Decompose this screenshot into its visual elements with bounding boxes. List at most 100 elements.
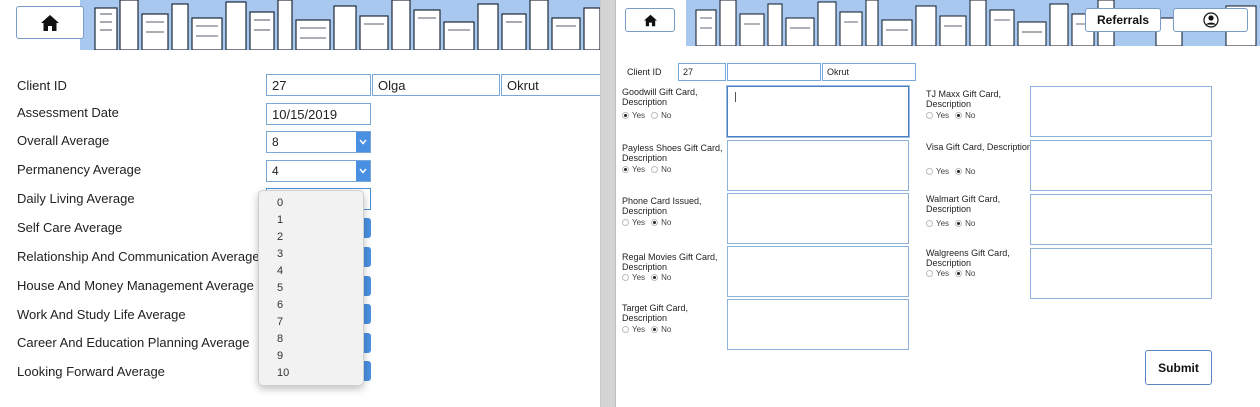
gift-card-label: Goodwill Gift Card, Description [622, 87, 698, 107]
yes-no-radio-group[interactable]: Yes No [622, 273, 677, 282]
dropdown-option[interactable]: 0 [277, 197, 283, 209]
gift-card-label: Phone Card Issued, Description [622, 196, 702, 216]
radio-no[interactable] [955, 112, 963, 119]
radio-no[interactable] [651, 166, 659, 173]
radio-no-label: No [661, 325, 672, 334]
payless-description-textarea[interactable] [727, 140, 909, 191]
radio-yes[interactable] [622, 326, 629, 333]
home-button[interactable] [625, 8, 675, 32]
radio-yes-label: Yes [632, 165, 646, 174]
skyline-illustration [80, 0, 600, 50]
dropdown-option[interactable]: 10 [277, 367, 289, 379]
text-cursor [735, 92, 736, 102]
gift-card-panel: Referrals Client ID 27 Okrut Goodwill Gi… [616, 0, 1260, 407]
skyline-banner [0, 0, 600, 50]
skyline-banner [616, 0, 1260, 46]
radio-yes[interactable] [622, 166, 629, 173]
submit-button[interactable]: Submit [1145, 350, 1212, 385]
window-divider [600, 0, 616, 407]
radio-yes-label: Yes [632, 111, 646, 120]
client-id-input[interactable]: 27 [266, 74, 371, 96]
client-id-label: Client ID [627, 67, 662, 77]
referrals-button[interactable]: Referrals [1085, 8, 1161, 32]
last-name-input[interactable]: Okrut [501, 74, 600, 96]
assessment-date-input[interactable]: 10/15/2019 [266, 103, 371, 125]
daily-living-average-label: Daily Living Average [17, 191, 135, 206]
profile-button[interactable] [1173, 8, 1248, 32]
radio-yes-label: Yes [936, 269, 950, 278]
gift-card-label: Visa Gift Card, Description [926, 142, 1032, 152]
radio-yes-label: Yes [632, 273, 646, 282]
tjmaxx-description-textarea[interactable] [1030, 86, 1212, 137]
radio-yes-label: Yes [936, 219, 950, 228]
dropdown-option[interactable]: 2 [277, 231, 283, 243]
yes-no-radio-group[interactable]: Yes No [622, 165, 677, 174]
radio-no[interactable] [651, 112, 659, 119]
radio-no-label: No [661, 218, 672, 227]
gift-card-label: Walmart Gift Card, Description [926, 194, 1001, 214]
gift-card-label: Walgreens Gift Card, Description [926, 248, 1010, 268]
dropdown-option[interactable]: 6 [277, 299, 283, 311]
radio-no-label: No [661, 273, 672, 282]
radio-no-label: No [965, 269, 976, 278]
gift-card-label: Payless Shoes Gift Card, Description [622, 143, 723, 163]
home-button[interactable] [16, 6, 84, 39]
first-name-input[interactable]: Olga [372, 74, 500, 96]
radio-no-label: No [965, 111, 976, 120]
dropdown-option[interactable]: 8 [277, 333, 283, 345]
average-dropdown-menu[interactable]: 0 1 2 3 4 5 6 7 8 9 10 [258, 190, 364, 386]
dropdown-option[interactable]: 7 [277, 316, 283, 328]
phone-card-description-textarea[interactable] [727, 193, 909, 244]
yes-no-radio-group[interactable]: Yes No [926, 219, 981, 228]
house-money-average-label: House And Money Management Average [17, 278, 254, 293]
radio-yes[interactable] [622, 219, 629, 226]
regal-description-textarea[interactable] [727, 246, 909, 297]
yes-no-radio-group[interactable]: Yes No [926, 111, 981, 120]
radio-yes[interactable] [622, 112, 629, 119]
radio-no[interactable] [955, 220, 963, 227]
radio-no-label: No [965, 219, 976, 228]
dropdown-option[interactable]: 9 [277, 350, 283, 362]
walmart-description-textarea[interactable] [1030, 194, 1212, 245]
relationship-average-label: Relationship And Communication Average [17, 249, 260, 264]
radio-yes-label: Yes [936, 111, 950, 120]
gift-card-label: TJ Maxx Gift Card, Description [926, 89, 1002, 109]
visa-description-textarea[interactable] [1030, 140, 1212, 191]
yes-no-radio-group[interactable]: Yes No [622, 111, 677, 120]
yes-no-radio-group[interactable]: Yes No [622, 218, 677, 227]
dropdown-option[interactable]: 1 [277, 214, 283, 226]
radio-yes[interactable] [926, 270, 933, 277]
overall-average-value: 8 [272, 135, 279, 149]
walgreens-description-textarea[interactable] [1030, 248, 1212, 299]
career-education-average-label: Career And Education Planning Average [17, 335, 250, 350]
dropdown-option[interactable]: 3 [277, 248, 283, 260]
radio-no-label: No [661, 165, 672, 174]
client-id-input[interactable]: 27 [678, 63, 726, 81]
dropdown-option[interactable]: 5 [277, 282, 283, 294]
dropdown-option[interactable]: 4 [277, 265, 283, 277]
client-id-label: Client ID [17, 78, 67, 93]
radio-yes[interactable] [926, 112, 933, 119]
overall-average-select[interactable]: 8 [266, 131, 371, 153]
work-study-average-label: Work And Study Life Average [17, 307, 186, 322]
radio-no[interactable] [651, 219, 659, 226]
radio-yes-label: Yes [632, 325, 646, 334]
first-name-input[interactable] [727, 63, 821, 81]
permanency-average-label: Permanency Average [17, 162, 142, 177]
yes-no-radio-group[interactable]: Yes No [926, 269, 981, 278]
radio-no[interactable] [955, 168, 963, 175]
goodwill-description-textarea[interactable] [727, 86, 909, 137]
radio-yes[interactable] [926, 168, 933, 175]
radio-no[interactable] [651, 274, 659, 281]
yes-no-radio-group[interactable]: Yes No [622, 325, 677, 334]
target-description-textarea[interactable] [727, 299, 909, 350]
chevron-down-icon [356, 161, 370, 181]
radio-no[interactable] [955, 270, 963, 277]
permanency-average-select[interactable]: 4 [266, 160, 371, 182]
radio-no[interactable] [651, 326, 659, 333]
radio-yes[interactable] [622, 274, 629, 281]
user-icon [1202, 12, 1219, 28]
last-name-input[interactable]: Okrut [822, 63, 916, 81]
yes-no-radio-group[interactable]: Yes No [926, 167, 981, 176]
radio-yes[interactable] [926, 220, 933, 227]
